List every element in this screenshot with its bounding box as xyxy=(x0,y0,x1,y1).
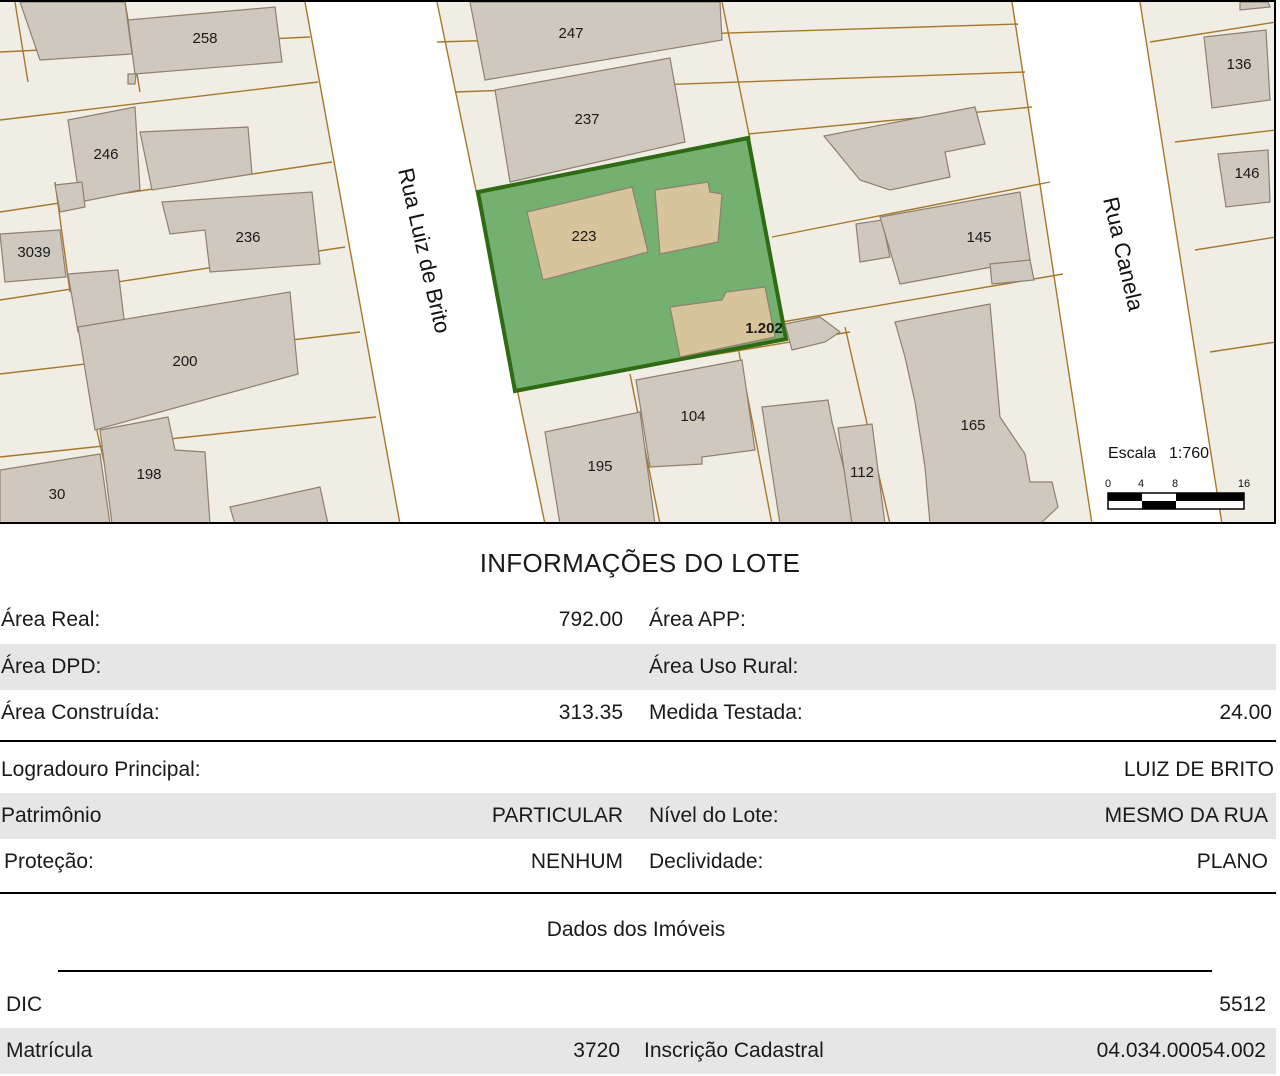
lot-number: 195 xyxy=(587,458,612,475)
logradouro-label: Logradouro Principal: xyxy=(1,758,201,781)
lot-number: 1.202 xyxy=(745,320,783,337)
lot-number: 236 xyxy=(235,229,260,246)
dic-value: 5512 xyxy=(1219,993,1266,1016)
lot-number: 30 xyxy=(49,486,66,503)
area-real-label: Área Real: xyxy=(1,608,101,631)
imoveis-row-matricula: Matrícula 3720 Inscrição Cadastral 04.03… xyxy=(0,1028,1276,1074)
lot-number: 112 xyxy=(850,464,874,481)
protecao-label: Proteção: xyxy=(4,850,94,873)
inscricao-value: 04.034.00054.002 xyxy=(1096,1039,1266,1062)
nivel-label: Nível do Lote: xyxy=(649,804,779,827)
info-row-logradouro: Logradouro Principal: LUIZ DE BRITO xyxy=(0,747,1276,793)
matricula-label: Matrícula xyxy=(6,1039,93,1062)
info-row-protecao: Proteção: NENHUM Declividade: PLANO xyxy=(0,839,1276,885)
lot-number: 198 xyxy=(136,466,161,483)
info-row-patrimonio: Patrimônio PARTICULAR Nível do Lote: MES… xyxy=(0,793,1276,839)
lot-number: 237 xyxy=(574,111,599,128)
lot-number: 258 xyxy=(192,30,217,47)
scale-tick: 0 xyxy=(1105,478,1111,490)
patrimonio-label: Patrimônio xyxy=(1,804,102,827)
info-row-area-dpd: Área DPD: Área Uso Rural: xyxy=(0,644,1276,690)
cadastral-map: 258 247 136 237 246 146 223 145 236 3039… xyxy=(0,2,1274,522)
lot-number: 145 xyxy=(966,229,991,246)
medida-testada-value: 24.00 xyxy=(1219,701,1272,724)
area-real-value: 792.00 xyxy=(558,608,623,631)
info-row-area-construida: Área Construída: 313.35 Medida Testada: … xyxy=(0,690,1276,736)
scale-tick: 8 xyxy=(1172,478,1178,490)
area-app-label: Área APP: xyxy=(649,608,746,631)
lot-number: 165 xyxy=(960,417,985,434)
info-row-area-real: Área Real: 792.00 Área APP: xyxy=(0,597,1276,643)
area-uso-rural-label: Área Uso Rural: xyxy=(649,655,799,678)
nivel-value: MESMO DA RUA xyxy=(1104,804,1268,827)
imoveis-row-dic: DIC 5512 xyxy=(0,982,1276,1028)
matricula-value: 3720 xyxy=(573,1039,620,1062)
lot-number: 247 xyxy=(558,25,583,42)
section-divider xyxy=(0,740,1276,742)
lot-number: 3039 xyxy=(17,244,50,261)
logradouro-value: LUIZ DE BRITO xyxy=(1123,758,1274,781)
patrimonio-value: PARTICULAR xyxy=(491,804,623,827)
scale-tick: 4 xyxy=(1138,478,1144,490)
scale-label: Escala xyxy=(1108,445,1156,462)
area-dpd-label: Área DPD: xyxy=(1,655,102,678)
scale-value: 1:760 xyxy=(1169,445,1209,462)
medida-testada-label: Medida Testada: xyxy=(649,701,803,724)
area-construida-value: 313.35 xyxy=(558,701,623,724)
declividade-value: PLANO xyxy=(1196,850,1268,873)
declividade-label: Declividade: xyxy=(649,850,764,873)
map-view[interactable]: 258 247 136 237 246 146 223 145 236 3039… xyxy=(0,0,1276,524)
section-divider xyxy=(0,892,1276,894)
area-construida-label: Área Construída: xyxy=(1,701,160,724)
lot-number: 246 xyxy=(93,146,118,163)
lot-info-title: INFORMAÇÕES DO LOTE xyxy=(479,548,801,578)
lot-number: 146 xyxy=(1234,165,1259,182)
inscricao-label: Inscrição Cadastral xyxy=(644,1039,824,1062)
lot-number: 104 xyxy=(680,408,705,425)
lot-number: 223 xyxy=(571,228,596,245)
lot-number: 136 xyxy=(1226,56,1251,73)
protecao-value: NENHUM xyxy=(530,850,623,873)
scale-tick: 16 xyxy=(1238,478,1250,490)
imoveis-subtitle: Dados dos Imóveis xyxy=(546,918,726,941)
lot-number: 200 xyxy=(172,353,197,370)
dic-label: DIC xyxy=(6,993,43,1016)
subsection-divider xyxy=(58,970,1212,972)
